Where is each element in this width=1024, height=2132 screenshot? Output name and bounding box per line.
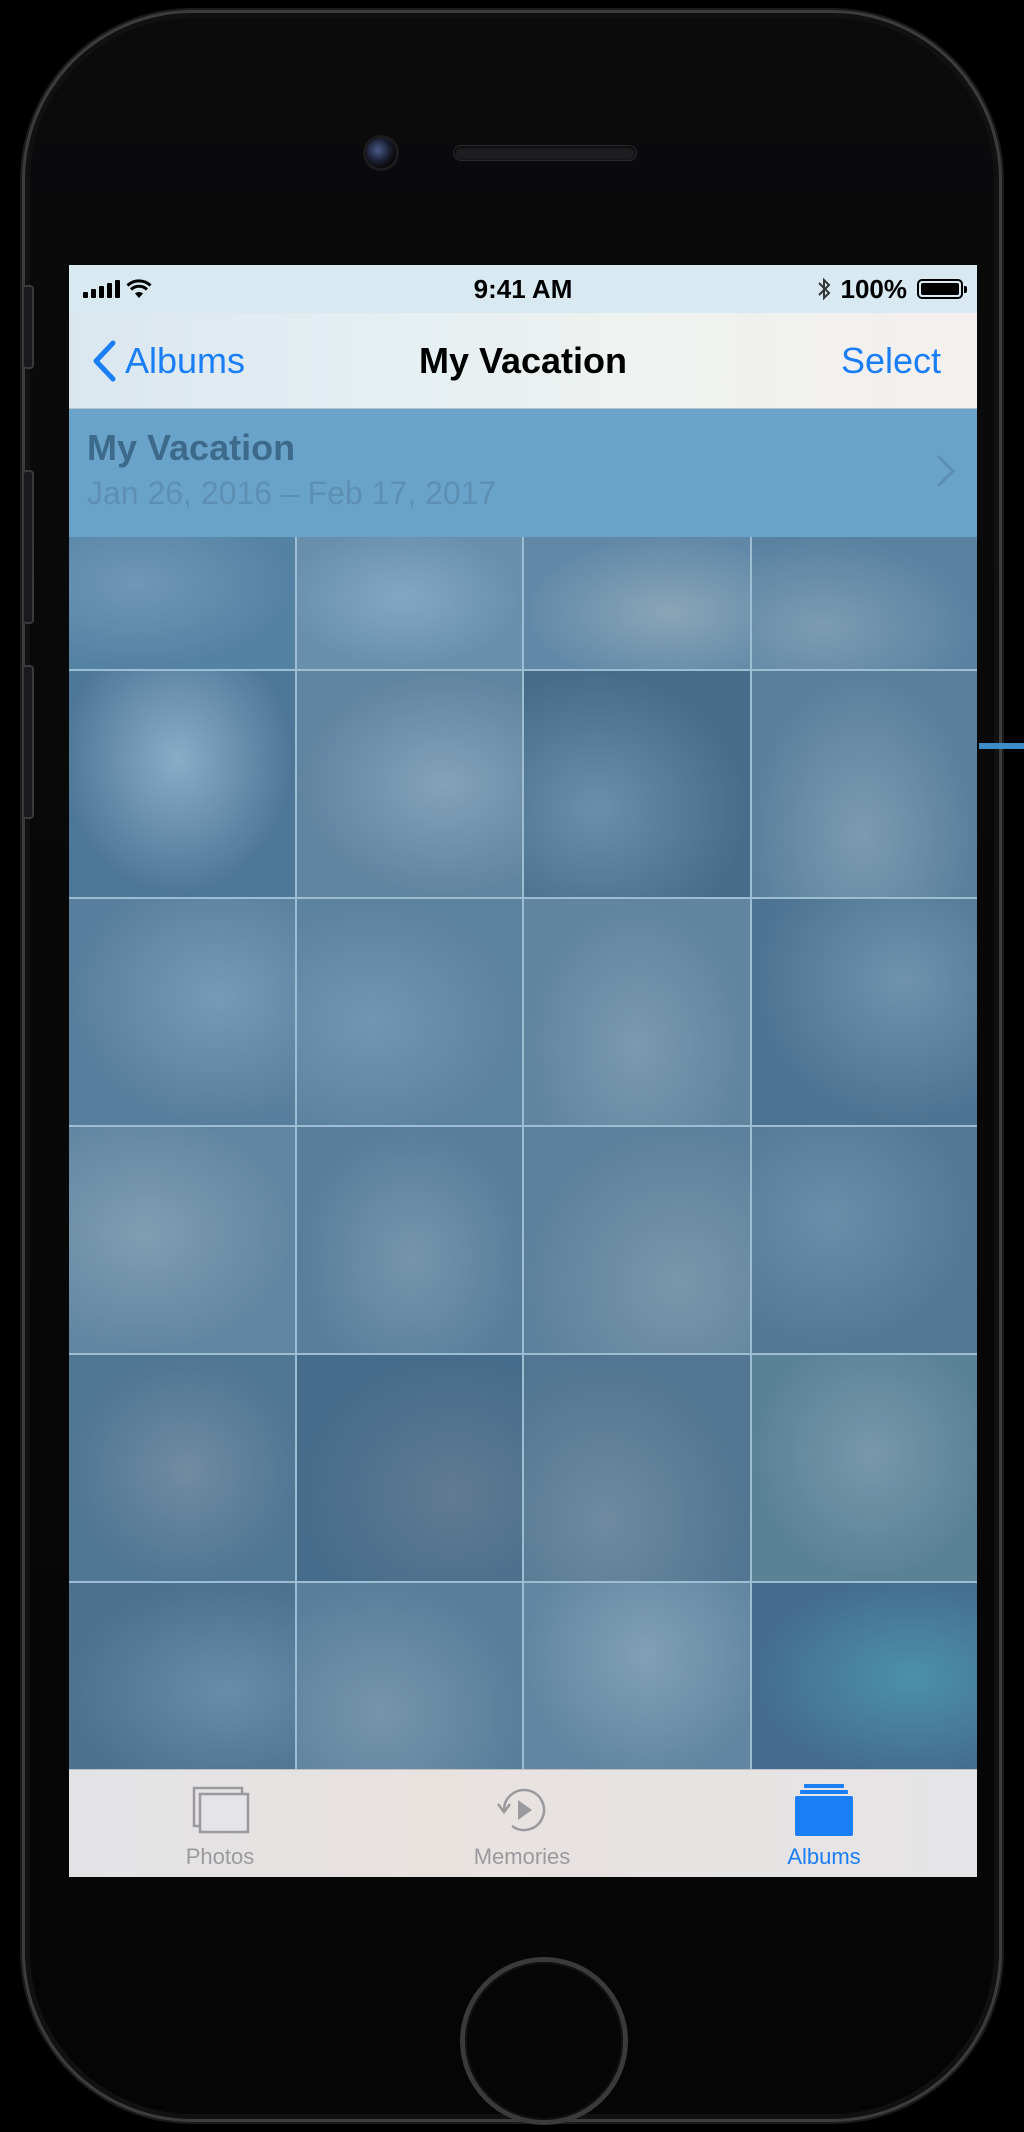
photo-thumbnail[interactable] — [296, 1127, 522, 1353]
photo-thumbnail[interactable] — [524, 899, 750, 1125]
photo-thumbnail[interactable] — [69, 1355, 295, 1581]
memories-icon — [497, 1788, 546, 1832]
volume-up-button — [22, 470, 34, 624]
photo-thumbnail[interactable] — [751, 537, 977, 669]
tab-bar: Photos Memories Albums — [69, 1769, 977, 1877]
tab-photos[interactable]: Photos — [120, 1770, 320, 1877]
photo-thumbnail[interactable] — [296, 899, 522, 1125]
silent-switch — [22, 285, 34, 369]
status-time: 9:41 AM — [473, 273, 573, 304]
album-dates: Jan 26, 2016 – Feb 17, 2017 — [87, 475, 497, 511]
tab-albums-label: Albums — [787, 1844, 861, 1869]
chevron-right-icon — [937, 455, 956, 487]
select-button[interactable]: Select — [841, 340, 941, 382]
photo-thumbnail[interactable] — [69, 537, 295, 669]
battery-icon — [917, 279, 967, 299]
photo-thumbnail[interactable] — [524, 671, 750, 897]
screen: 9:41 AM 100% Albums My Vacation Select M… — [69, 265, 977, 1877]
photo-thumbnail[interactable] — [751, 671, 977, 897]
volume-down-button — [22, 665, 34, 819]
battery-fill — [921, 283, 959, 295]
photos-icon — [192, 1786, 250, 1834]
tab-memories-label: Memories — [473, 1844, 571, 1869]
photo-thumbnail[interactable] — [296, 1355, 522, 1581]
photo-thumbnail[interactable] — [69, 1127, 295, 1353]
photo-thumbnail[interactable] — [524, 1355, 750, 1581]
photo-thumbnail[interactable] — [69, 899, 295, 1125]
tab-photos-label: Photos — [185, 1844, 255, 1869]
photo-thumbnail[interactable] — [524, 537, 750, 669]
photo-thumbnail[interactable] — [69, 1583, 295, 1779]
album-header[interactable]: My Vacation Jan 26, 2016 – Feb 17, 2017 — [69, 409, 977, 537]
photo-thumbnail[interactable] — [296, 671, 522, 897]
album-title: My Vacation — [87, 427, 296, 468]
photo-thumbnail[interactable] — [751, 1355, 977, 1581]
photo-thumbnail[interactable] — [69, 671, 295, 897]
callout-line — [979, 743, 1024, 749]
album-content: My Vacation Jan 26, 2016 – Feb 17, 2017 — [69, 409, 977, 1779]
photo-thumbnail[interactable] — [751, 1583, 977, 1779]
tab-albums[interactable]: Albums — [724, 1770, 924, 1877]
navigation-bar: Albums My Vacation Select — [69, 313, 977, 409]
photo-thumbnail[interactable] — [296, 1583, 522, 1779]
photo-thumbnail[interactable] — [751, 1127, 977, 1353]
photo-thumbnail[interactable] — [524, 1127, 750, 1353]
home-button[interactable] — [465, 1962, 623, 2120]
photo-thumbnail[interactable] — [751, 899, 977, 1125]
front-camera — [366, 138, 396, 168]
photo-grid — [69, 537, 977, 1779]
status-bar: 9:41 AM 100% — [69, 265, 977, 313]
earpiece-speaker — [454, 146, 636, 160]
albums-icon — [795, 1784, 853, 1836]
photo-thumbnail[interactable] — [524, 1583, 750, 1779]
tab-memories[interactable]: Memories — [422, 1770, 622, 1877]
photo-thumbnail[interactable] — [296, 537, 522, 669]
